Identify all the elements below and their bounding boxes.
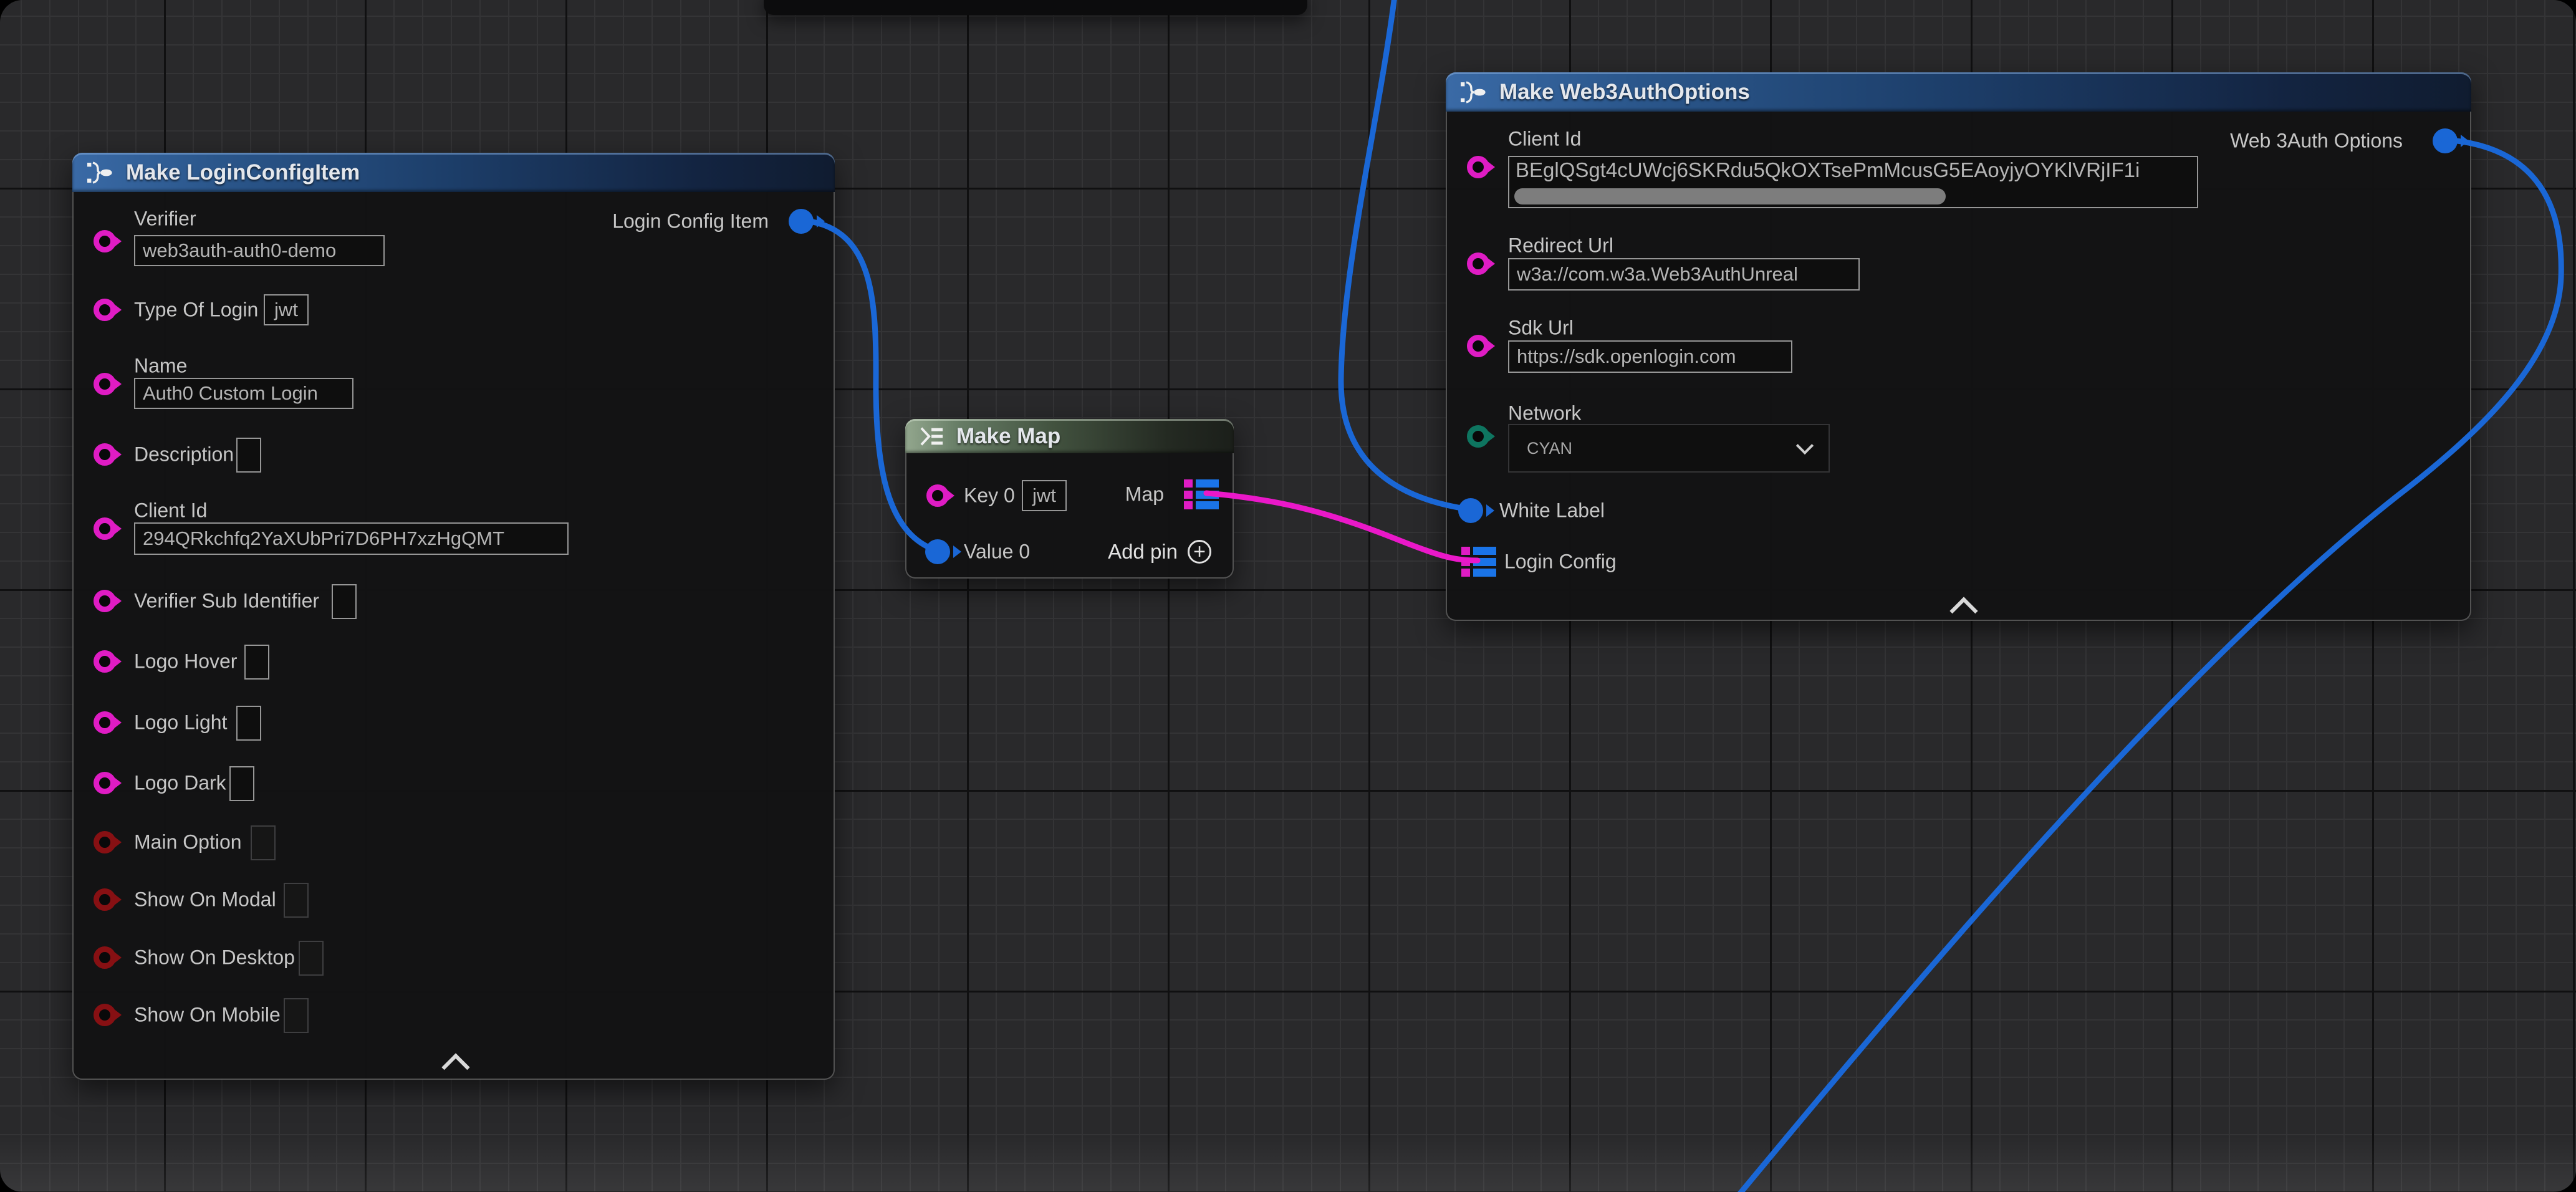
- node-title: Make LoginConfigItem: [126, 160, 360, 185]
- description-input[interactable]: [236, 438, 261, 473]
- pin-logo-hover[interactable]: [94, 650, 116, 673]
- map-pin-icon[interactable]: [1184, 479, 1219, 509]
- network-dropdown[interactable]: CYAN: [1508, 424, 1830, 473]
- collapse-chevron-icon[interactable]: [441, 1053, 469, 1081]
- pin-label-logo-light: Logo Light: [134, 711, 227, 734]
- make-struct-icon: [86, 160, 115, 186]
- node-make-map[interactable]: Make Map Key 0 jwt Value 0 Map Add pin +: [905, 419, 1234, 579]
- pin-logo-dark[interactable]: [94, 772, 116, 794]
- add-pin-button[interactable]: Add pin +: [1108, 540, 1211, 564]
- offscreen-node-edge[interactable]: [764, 0, 1307, 15]
- collapse-chevron-icon[interactable]: [1949, 597, 1978, 625]
- pin-key0[interactable]: [926, 484, 949, 507]
- show-on-desktop-checkbox[interactable]: [299, 941, 324, 976]
- pin-label-show-on-modal: Show On Modal: [134, 888, 276, 911]
- pin-client-id[interactable]: [1467, 156, 1489, 178]
- main-option-checkbox[interactable]: [251, 825, 276, 860]
- node-header-make-map[interactable]: Make Map: [905, 419, 1234, 453]
- sdk-url-input[interactable]: https://sdk.openlogin.com: [1508, 340, 1792, 373]
- pin-label-show-on-desktop: Show On Desktop: [134, 946, 295, 969]
- pin-label-name: Name: [134, 355, 187, 378]
- pin-label-value0: Value 0: [964, 541, 1030, 564]
- name-input[interactable]: Auth0 Custom Login: [134, 378, 353, 409]
- client-id-input[interactable]: BEglQSgt4cUWcj6SKRdu5QkOXTsePmMcusG5EAoy…: [1508, 156, 2198, 208]
- node-title: Make Web3AuthOptions: [1499, 80, 1750, 105]
- add-pin-icon: +: [1188, 540, 1211, 564]
- pin-label-description: Description: [134, 443, 234, 466]
- pin-label-key0: Key 0: [964, 484, 1015, 507]
- pin-label-verifier-sub-identifier: Verifier Sub Identifier: [134, 590, 319, 613]
- network-value: CYAN: [1527, 439, 1572, 458]
- node-make-web3authoptions[interactable]: Make Web3AuthOptions Client Id BEglQSgt4…: [1446, 72, 2471, 621]
- login-config-map-pin-icon[interactable]: [1461, 547, 1496, 577]
- node-header-make-web3authoptions[interactable]: Make Web3AuthOptions: [1446, 72, 2471, 112]
- add-pin-label: Add pin: [1108, 540, 1178, 564]
- pin-label-show-on-mobile: Show On Mobile: [134, 1004, 281, 1027]
- pin-client-id[interactable]: [94, 517, 116, 540]
- pin-label-white-label: White Label: [1499, 499, 1605, 522]
- pin-show-on-mobile[interactable]: [94, 1004, 116, 1026]
- canvas-edge-glow: [0, 1136, 2576, 1192]
- pin-redirect-url[interactable]: [1467, 252, 1489, 275]
- node-title: Make Map: [956, 424, 1060, 449]
- logo-hover-input[interactable]: [244, 645, 269, 680]
- pin-type-of-login[interactable]: [94, 299, 116, 321]
- pin-label-redirect-url: Redirect Url: [1508, 234, 1613, 257]
- client-id-input[interactable]: 294QRkchfq2YaXUbPri7D6PH7xzHgQMT: [134, 522, 569, 555]
- pin-main-option[interactable]: [94, 831, 116, 853]
- pin-white-label[interactable]: [1458, 498, 1483, 523]
- pin-label-type-of-login: Type Of Login: [134, 299, 258, 322]
- wire-map-to-loginconfig[interactable]: [1206, 493, 1478, 560]
- verifier-sub-identifier-input[interactable]: [332, 584, 357, 619]
- pin-sdk-url[interactable]: [1467, 335, 1489, 357]
- make-map-icon: [919, 425, 945, 448]
- pin-label-logo-hover: Logo Hover: [134, 650, 237, 673]
- pin-label-client-id: Client Id: [1508, 128, 1581, 151]
- pin-description[interactable]: [94, 443, 116, 466]
- logo-dark-input[interactable]: [229, 766, 254, 801]
- pin-network[interactable]: [1467, 425, 1489, 448]
- pin-label-logo-dark: Logo Dark: [134, 772, 226, 795]
- pin-logo-light[interactable]: [94, 711, 116, 734]
- pin-label-map-output: Map: [1125, 483, 1164, 506]
- redirect-url-input[interactable]: w3a://com.w3a.Web3AuthUnreal: [1508, 258, 1860, 291]
- blueprint-graph-canvas[interactable]: Make LoginConfigItem Verifier web3auth-a…: [0, 0, 2576, 1192]
- pin-label-verifier: Verifier: [134, 208, 196, 231]
- pin-label-login-config: Login Config: [1504, 550, 1617, 574]
- pin-show-on-modal[interactable]: [94, 888, 116, 911]
- pin-web3auth-options-output[interactable]: [2433, 128, 2458, 153]
- client-id-scrollbar[interactable]: [1514, 188, 1946, 204]
- pin-show-on-desktop[interactable]: [94, 946, 116, 969]
- logo-light-input[interactable]: [236, 706, 261, 741]
- show-on-modal-checkbox[interactable]: [284, 883, 309, 918]
- pin-verifier[interactable]: [94, 230, 116, 252]
- node-header-make-loginconfigitem[interactable]: Make LoginConfigItem: [72, 153, 835, 192]
- pin-verifier-sub-identifier[interactable]: [94, 590, 116, 612]
- pin-label-sdk-url: Sdk Url: [1508, 317, 1574, 340]
- show-on-mobile-checkbox[interactable]: [284, 998, 309, 1033]
- verifier-input[interactable]: web3auth-auth0-demo: [134, 235, 385, 266]
- pin-value0[interactable]: [925, 539, 950, 564]
- pin-label-client-id: Client Id: [134, 499, 207, 522]
- pin-login-config-item-output[interactable]: [789, 209, 814, 234]
- pin-label-web3auth-options: Web 3Auth Options: [2230, 130, 2403, 153]
- make-struct-icon: [1459, 79, 1488, 105]
- key0-input[interactable]: jwt: [1022, 480, 1067, 511]
- pin-name[interactable]: [94, 373, 116, 395]
- pin-label-login-config-item: Login Config Item: [612, 210, 769, 233]
- type-of-login-input[interactable]: jwt: [264, 294, 309, 325]
- pin-label-main-option: Main Option: [134, 831, 242, 854]
- dropdown-chevron-icon: [1796, 437, 1814, 454]
- node-make-loginconfigitem[interactable]: Make LoginConfigItem Verifier web3auth-a…: [72, 153, 835, 1080]
- pin-label-network: Network: [1508, 402, 1581, 425]
